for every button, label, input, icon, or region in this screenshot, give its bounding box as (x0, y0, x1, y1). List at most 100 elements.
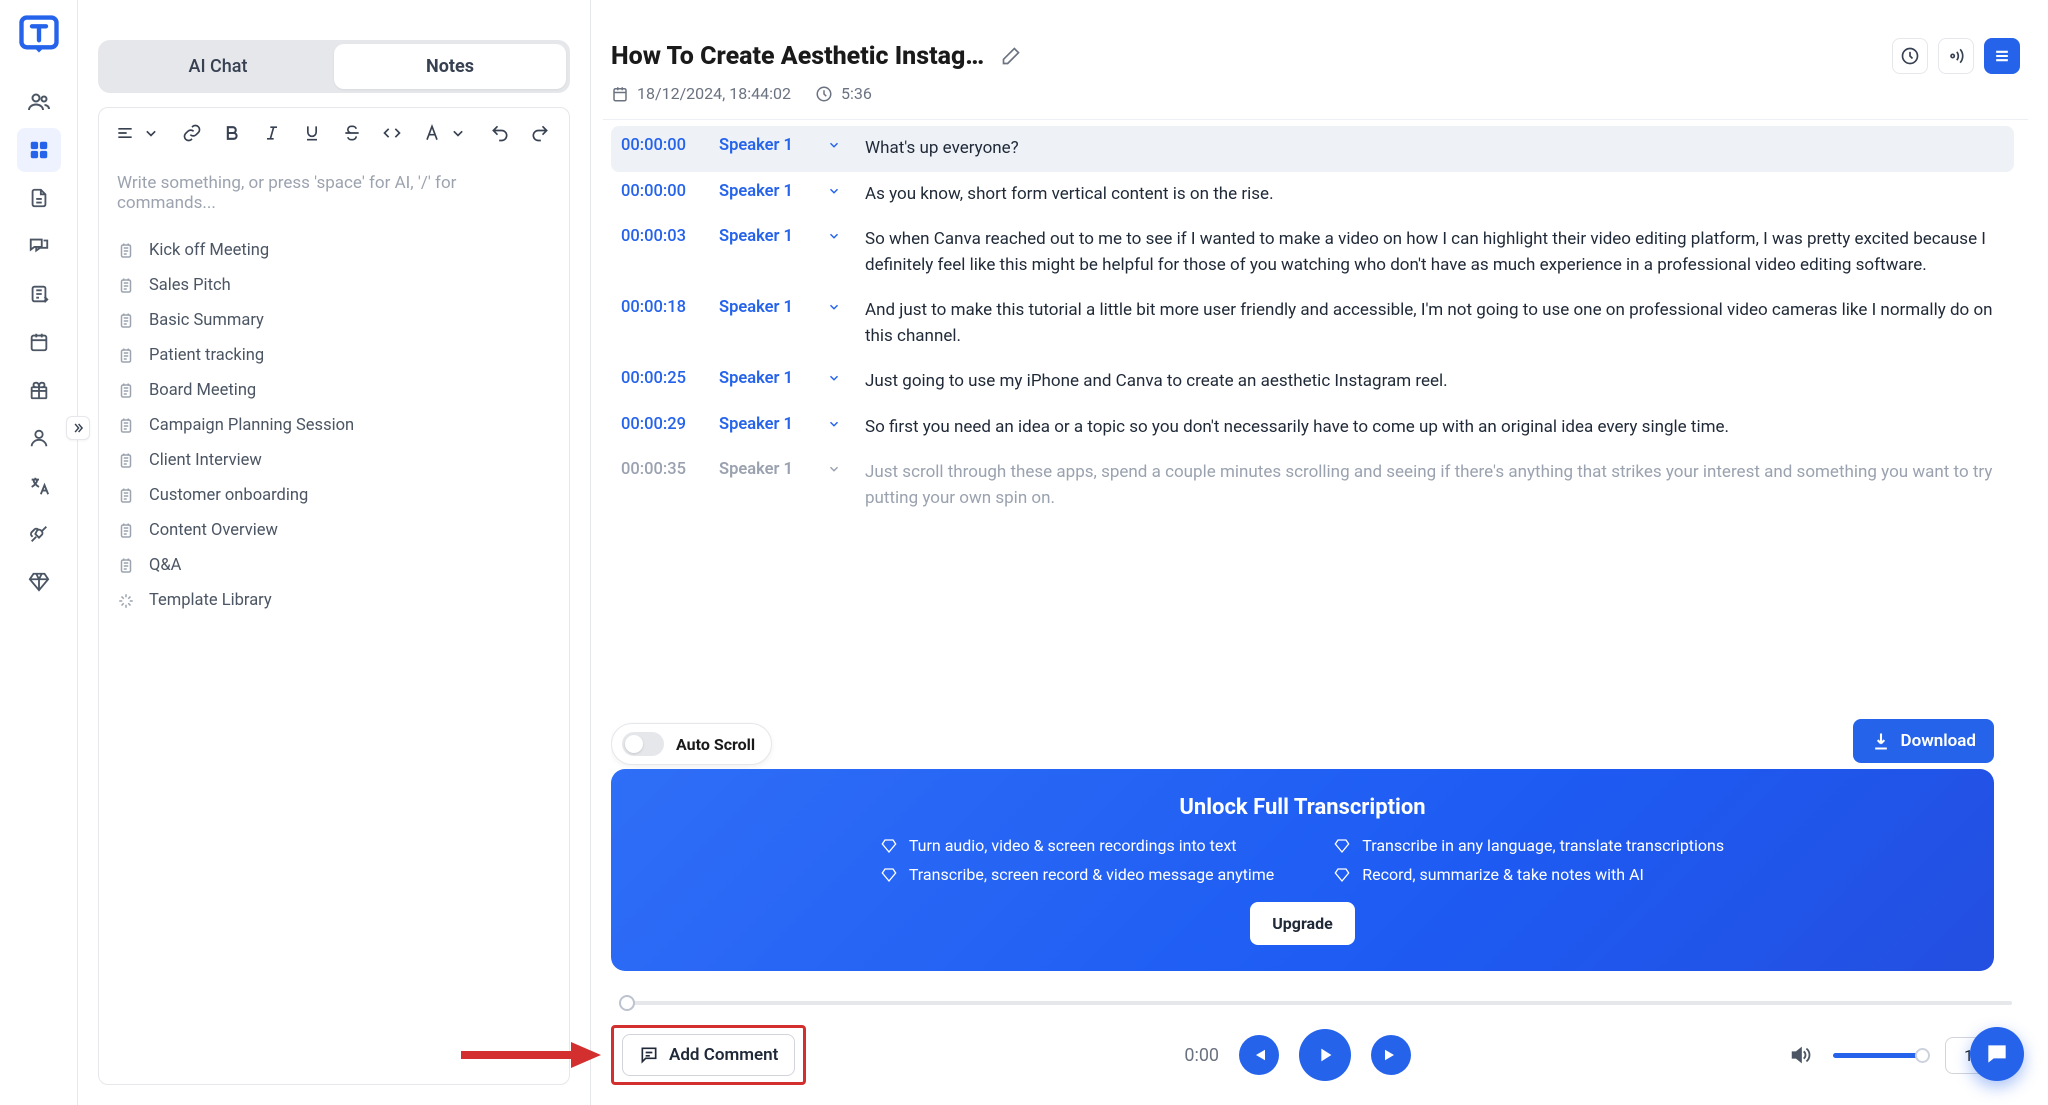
tab-ai-chat[interactable]: AI Chat (102, 44, 334, 89)
chevron-down-icon[interactable] (827, 300, 843, 314)
link-icon[interactable] (181, 122, 203, 144)
edit-title-icon[interactable] (1001, 46, 1021, 66)
sidebar-language-icon[interactable] (17, 464, 61, 508)
chevron-down-icon[interactable] (827, 229, 843, 243)
sidebar-gift-icon[interactable] (17, 368, 61, 412)
auto-scroll-label: Auto Scroll (676, 735, 755, 754)
transcript-row[interactable]: 00:00:25 Speaker 1 Just going to use my iP… (611, 359, 2014, 405)
template-item[interactable]: Client Interview (115, 443, 553, 478)
next-button[interactable] (1371, 1035, 1411, 1075)
template-item[interactable]: Template Library (115, 583, 553, 618)
underline-icon[interactable] (301, 122, 323, 144)
editor-placeholder[interactable]: Write something, or press 'space' for AI… (115, 165, 553, 233)
template-item[interactable]: Basic Summary (115, 303, 553, 338)
redo-icon[interactable] (529, 122, 551, 144)
transcript-text: Just scroll through these apps, spend a … (865, 460, 2004, 511)
header-divider (603, 119, 2028, 120)
timestamp[interactable]: 00:00:00 (621, 136, 707, 155)
sidebar-team-icon[interactable] (17, 80, 61, 124)
chevron-down-icon[interactable] (827, 371, 843, 385)
speaker-label[interactable]: Speaker 1 (719, 460, 809, 479)
transcript-row[interactable]: 00:00:18Speaker 1And just to make this t… (611, 288, 2014, 359)
template-label: Q&A (149, 556, 181, 575)
paragraph-style-icon[interactable] (115, 122, 135, 144)
template-label: Kick off Meeting (149, 241, 269, 260)
sidebar-profile-icon[interactable] (17, 416, 61, 460)
date-text: 18/12/2024, 18:44:02 (637, 84, 791, 103)
menu-icon[interactable] (1984, 38, 2020, 74)
sidebar-dashboard-icon[interactable] (17, 128, 61, 172)
speaker-label[interactable]: Speaker 1 (719, 369, 809, 388)
chevron-down-icon[interactable] (141, 122, 161, 144)
template-label: Sales Pitch (149, 276, 231, 295)
speaker-label[interactable]: Speaker 1 (719, 415, 809, 434)
transcript-row[interactable]: 00:00:00 Speaker 1 As you know, short form… (611, 172, 2014, 218)
prev-button[interactable] (1239, 1035, 1279, 1075)
progress-handle[interactable] (619, 995, 635, 1011)
upgrade-button[interactable]: Upgrade (1250, 902, 1355, 945)
transcript-row[interactable]: 00:00:03Speaker 1So when Canva reached o… (611, 217, 2014, 288)
chat-fab[interactable] (1970, 1027, 2024, 1081)
clipboard-icon (117, 522, 135, 540)
speaker-label[interactable]: Speaker 1 (719, 298, 809, 317)
sidebar (0, 0, 78, 1105)
transcript-text: Just going to use my iPhone and Canva to… (865, 369, 2004, 395)
transcript-text: As you know, short form vertical content… (865, 182, 2004, 208)
template-item[interactable]: Sales Pitch (115, 268, 553, 303)
template-item[interactable]: Customer onboarding (115, 478, 553, 513)
sidebar-doc-icon[interactable] (17, 176, 61, 220)
template-item[interactable]: Patient tracking (115, 338, 553, 373)
timestamp[interactable]: 00:00:03 (621, 227, 707, 246)
template-item[interactable]: Kick off Meeting (115, 233, 553, 268)
transcript-row[interactable]: 00:00:35 Speaker 1 Just scroll through the… (611, 450, 2014, 521)
template-item[interactable]: Board Meeting (115, 373, 553, 408)
download-button[interactable]: Download (1853, 719, 1994, 763)
chevron-down-icon[interactable] (827, 184, 843, 198)
volume-slider[interactable] (1833, 1053, 1923, 1058)
strikethrough-icon[interactable] (341, 122, 363, 144)
tab-notes[interactable]: Notes (334, 44, 566, 89)
speaker-label[interactable]: Speaker 1 (719, 227, 809, 246)
timestamp[interactable]: 00:00:35 (621, 460, 707, 479)
code-icon[interactable] (381, 122, 403, 144)
undo-icon[interactable] (489, 122, 511, 144)
sidebar-connect-icon[interactable] (17, 512, 61, 556)
template-item[interactable]: Content Overview (115, 513, 553, 548)
sidebar-premium-icon[interactable] (17, 560, 61, 604)
timestamp[interactable]: 00:00:00 (621, 182, 707, 201)
template-item[interactable]: Q&A (115, 548, 553, 583)
diamond-icon (881, 838, 897, 854)
volume-icon[interactable] (1789, 1044, 1811, 1066)
chevron-down-icon[interactable] (827, 417, 843, 431)
volume-handle[interactable] (1915, 1048, 1930, 1063)
italic-icon[interactable] (261, 122, 283, 144)
progress-bar[interactable] (619, 1001, 2012, 1005)
calendar-icon (611, 85, 629, 103)
speaker-label[interactable]: Speaker 1 (719, 136, 809, 155)
chevron-down-icon[interactable] (827, 462, 843, 476)
bold-icon[interactable] (221, 122, 243, 144)
unlock-line: Record, summarize & take notes with AI (1362, 865, 1644, 884)
chevron-down-icon[interactable] (827, 138, 843, 152)
history-icon[interactable] (1892, 38, 1928, 74)
timestamp[interactable]: 00:00:25 (621, 369, 707, 388)
auto-scroll-toggle[interactable] (622, 732, 664, 756)
timestamp[interactable]: 00:00:18 (621, 298, 707, 317)
font-icon[interactable] (421, 122, 443, 144)
template-item[interactable]: Campaign Planning Session (115, 408, 553, 443)
sidebar-expand-button[interactable] (66, 416, 90, 440)
transcript-row[interactable]: 00:00:29Speaker 1So first you need an id… (611, 405, 2014, 451)
transcript-row[interactable]: 00:00:00Speaker 1What's up everyone? (611, 126, 2014, 172)
chevron-down-icon[interactable] (447, 122, 469, 144)
timestamp[interactable]: 00:00:29 (621, 415, 707, 434)
sidebar-notes-icon[interactable] (17, 272, 61, 316)
add-comment-button[interactable]: Add Comment (622, 1034, 795, 1076)
sidebar-calendar-icon[interactable] (17, 320, 61, 364)
download-label: Download (1901, 731, 1976, 751)
broadcast-icon[interactable] (1938, 38, 1974, 74)
app-logo[interactable] (14, 10, 64, 60)
play-button[interactable] (1299, 1029, 1351, 1081)
sidebar-chat-icon[interactable] (17, 224, 61, 268)
template-label: Customer onboarding (149, 486, 308, 505)
speaker-label[interactable]: Speaker 1 (719, 182, 809, 201)
